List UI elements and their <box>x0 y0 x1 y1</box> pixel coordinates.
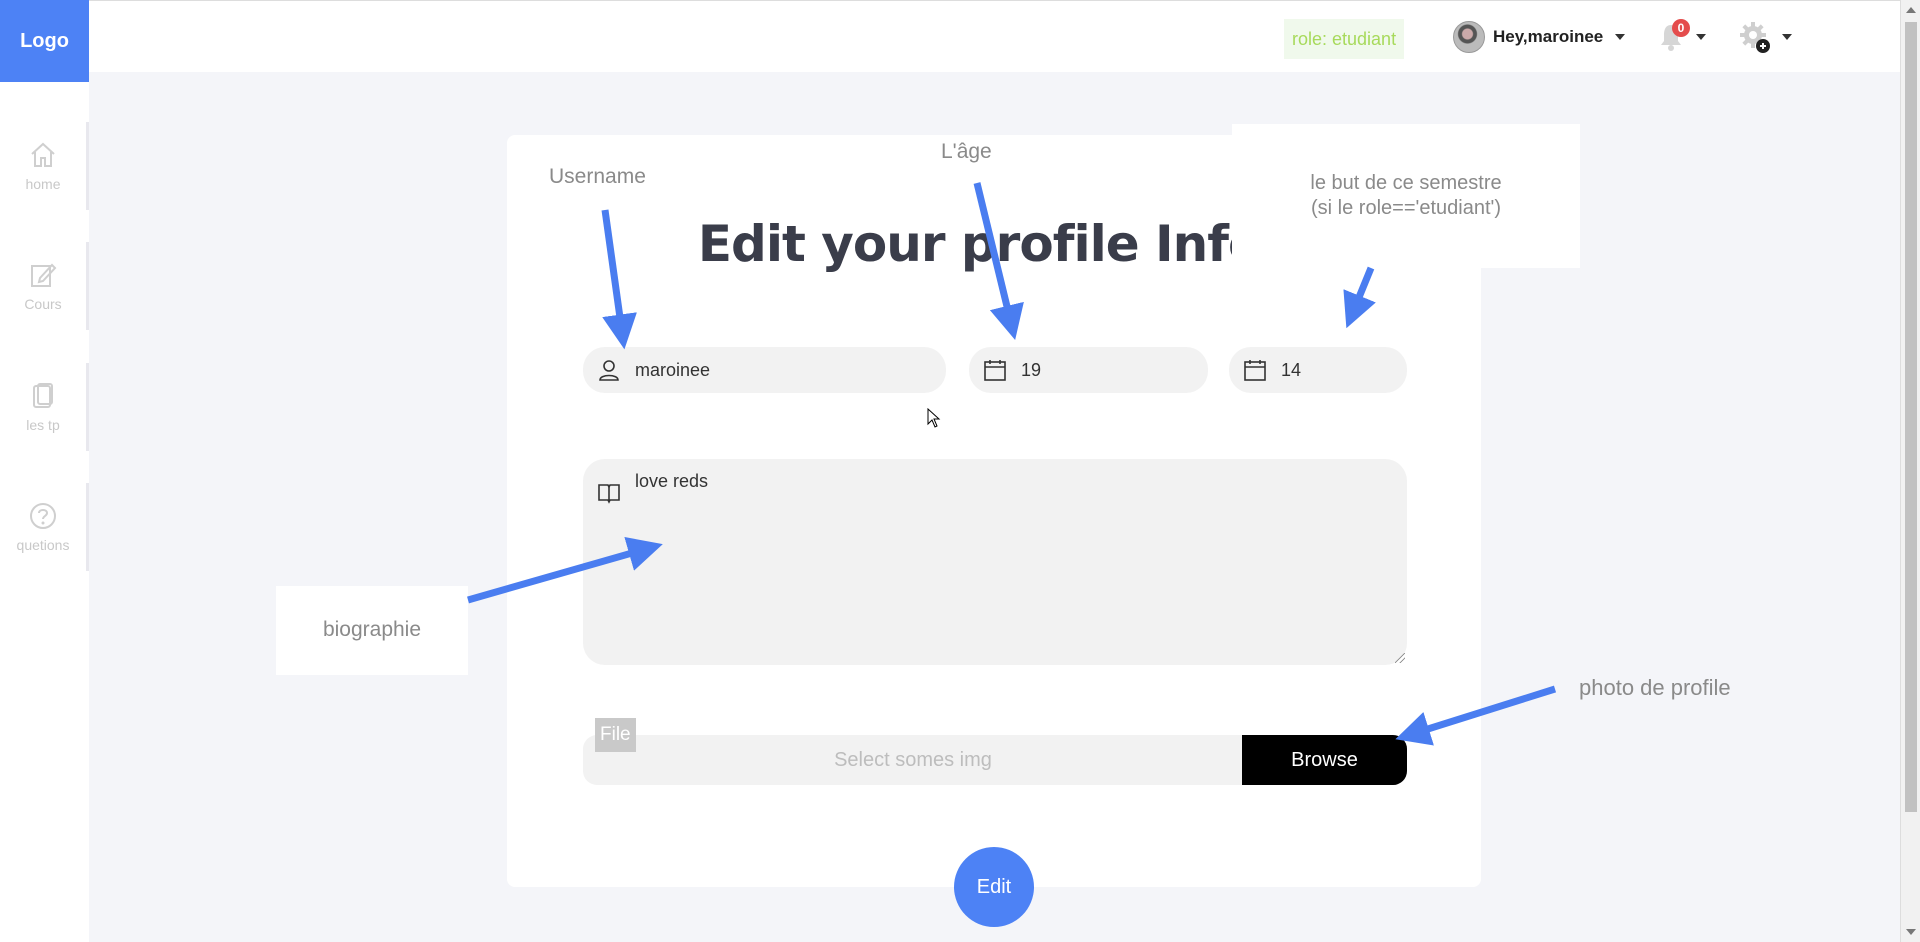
semester-goal-value: 14 <box>1281 359 1302 380</box>
username-field[interactable]: maroinee <box>583 347 946 393</box>
semester-goal-field[interactable]: 14 <box>1229 347 1407 393</box>
sidebar-item-les-tp[interactable]: les tp <box>0 363 89 451</box>
chevron-down-icon <box>1615 34 1626 40</box>
calendar-icon <box>1244 360 1266 381</box>
role-badge: role: etudiant <box>1284 19 1405 59</box>
scroll-up-icon[interactable] <box>1906 7 1916 13</box>
calendar-icon <box>984 360 1006 381</box>
user-menu[interactable]: Hey,maroinee <box>1453 20 1626 54</box>
topbar <box>89 0 1900 72</box>
file-placeholder: Select somes img <box>834 748 992 771</box>
sidebar-item-label: home <box>25 176 61 192</box>
cursor-icon <box>927 408 941 428</box>
chevron-down-icon <box>1696 34 1706 40</box>
username-value: maroinee <box>635 359 711 380</box>
bio-textarea[interactable]: love reds <box>583 459 1407 665</box>
sidebar-item-quetions[interactable]: quetions <box>0 483 89 571</box>
annotation-semester-goal-line1: le but de ce semestre <box>1310 172 1502 194</box>
age-field[interactable]: 19 <box>969 347 1208 393</box>
annotation-bio: biographie <box>276 586 468 675</box>
sidebar-item-label: les tp <box>26 417 60 433</box>
sidebar-item-label: Cours <box>24 296 62 312</box>
scroll-down-icon[interactable] <box>1906 929 1916 935</box>
bio-value: love reds <box>635 471 709 491</box>
annotation-semester-goal: le but de ce semestre (si le role=='etud… <box>1232 124 1580 268</box>
browse-button[interactable]: Browse <box>1242 735 1407 785</box>
gear-icon <box>1740 22 1770 53</box>
home-icon <box>31 142 55 167</box>
book-icon <box>598 484 620 504</box>
annotation-photo: photo de profile <box>1579 675 1731 700</box>
annotation-username: Username <box>549 165 646 188</box>
files-icon <box>33 383 53 408</box>
user-icon <box>599 360 619 381</box>
help-icon <box>30 503 56 529</box>
edit-icon <box>31 263 57 287</box>
settings-button[interactable] <box>1738 20 1792 54</box>
annotation-age: L'âge <box>941 140 992 163</box>
scroll-thumb[interactable] <box>1905 22 1917 812</box>
resize-handle[interactable] <box>1395 653 1405 663</box>
page-scrollbar[interactable] <box>1900 0 1920 942</box>
user-greeting: Hey,maroinee <box>1493 27 1604 46</box>
notification-count-badge: 0 <box>1672 19 1690 37</box>
age-value: 19 <box>1021 359 1042 380</box>
logo[interactable]: Logo <box>0 0 89 82</box>
notifications-button[interactable]: 0 <box>1658 19 1706 52</box>
annotation-semester-goal-line2: (si le role=='etudiant') <box>1311 197 1501 219</box>
edit-button[interactable]: Edit <box>954 847 1034 927</box>
sidebar-item-cours[interactable]: Cours <box>0 242 89 330</box>
sidebar-item-home[interactable]: home <box>0 122 89 210</box>
chevron-down-icon <box>1782 34 1792 40</box>
sidebar: home Cours les tp quetions <box>0 82 89 942</box>
avatar <box>1453 21 1485 53</box>
sidebar-item-label: quetions <box>16 537 70 553</box>
